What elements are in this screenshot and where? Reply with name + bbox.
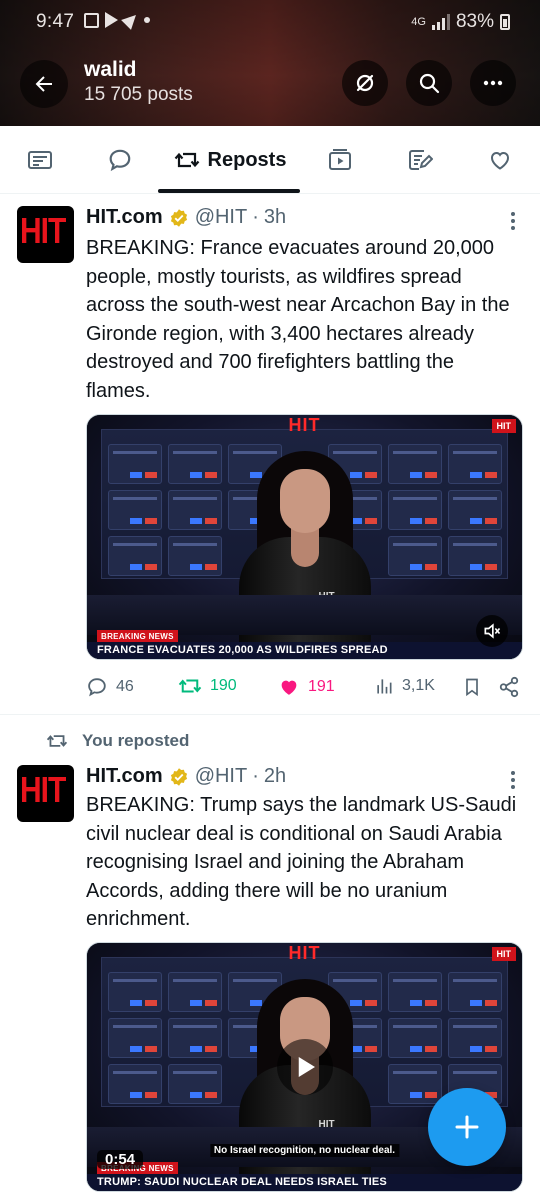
gallery-notification-icon — [84, 12, 99, 28]
tab-replies[interactable] — [100, 126, 140, 194]
battery-percent: 83% — [455, 11, 494, 32]
reposts-icon — [174, 152, 199, 168]
post-actions: 46 190 191 3,1K — [86, 676, 524, 700]
play-store-notification-icon — [105, 12, 118, 28]
views-chart-icon — [377, 679, 392, 694]
videos-icon — [329, 149, 351, 170]
repost-icon — [178, 679, 202, 693]
telegram-notification-icon — [121, 10, 141, 30]
news-ticker: FRANCE EVACUATES 20,000 AS WILDFIRES SPR… — [87, 642, 522, 659]
post-text: BREAKING: Trump says the landmark US-Sau… — [86, 794, 517, 931]
avatar-logo-text: HIT — [20, 770, 66, 811]
author-name[interactable]: HIT.com — [86, 765, 163, 788]
grok-icon — [356, 74, 374, 92]
avatar[interactable]: HIT — [17, 765, 74, 822]
repost-context-label: You reposted — [82, 731, 190, 750]
heart-filled-icon — [281, 680, 297, 695]
notification-icons — [84, 10, 150, 30]
video-duration: 0:54 — [97, 1150, 144, 1169]
more-horizontal-icon — [483, 80, 503, 86]
post-author-line: HIT.com @HIT · 2h — [86, 765, 286, 788]
more-options-button[interactable] — [470, 60, 516, 106]
reply-icon — [88, 678, 106, 697]
tab-likes[interactable] — [480, 126, 520, 194]
reply-count: 46 — [116, 678, 134, 695]
profile-posts-count: 15 705 posts — [84, 84, 193, 105]
profile-name: walid — [84, 58, 137, 81]
tab-videos[interactable] — [320, 126, 360, 194]
post[interactable]: HIT HIT.com @HIT · 3h BREAKING: France e… — [0, 194, 540, 714]
profile-tabs: Reposts — [0, 126, 540, 194]
status-time: 9:47 — [36, 11, 75, 32]
back-button[interactable] — [20, 60, 68, 108]
views-button[interactable]: 3,1K — [374, 676, 435, 696]
views-count: 3,1K — [402, 677, 435, 694]
like-button[interactable]: 191 — [278, 676, 335, 698]
mute-button[interactable] — [476, 615, 508, 647]
channel-badge: HIT — [491, 947, 516, 961]
news-ticker: TRUMP: SAUDI NUCLEAR DEAL NEEDS ISRAEL T… — [87, 1174, 522, 1191]
avatar[interactable]: HIT — [17, 206, 74, 263]
more-notifications-dot-icon — [144, 17, 150, 23]
post-more-icon[interactable] — [510, 212, 516, 230]
highlights-icon — [409, 150, 433, 170]
channel-logo: HIT — [288, 415, 321, 435]
separator-dot: · — [252, 206, 259, 228]
post-more-icon[interactable] — [510, 771, 516, 789]
post-author-line: HIT.com @HIT · 3h — [86, 206, 286, 229]
search-icon — [419, 73, 440, 94]
grok-button[interactable] — [342, 60, 388, 106]
post-text: BREAKING: France evacuates around 20,000… — [86, 237, 510, 402]
repost-count: 190 — [210, 677, 237, 694]
author-name[interactable]: HIT.com — [86, 206, 163, 229]
signal-icon — [431, 14, 450, 30]
volume-muted-icon — [484, 623, 501, 639]
back-arrow-icon — [35, 76, 52, 92]
tab-reposts-label: Reposts — [207, 148, 287, 171]
tab-reposts[interactable]: Reposts — [168, 126, 292, 194]
share-icon — [499, 676, 519, 698]
bookmark-button[interactable] — [462, 676, 482, 698]
author-handle: @HIT — [194, 765, 248, 787]
play-icon — [298, 1057, 315, 1077]
status-bar: 9:47 4G 83% — [0, 0, 540, 42]
author-handle: @HIT — [194, 206, 248, 228]
separator-dot: · — [252, 765, 259, 787]
status-right-icons: 4G 83% — [411, 11, 510, 33]
video-subtitle: No Israel recognition, no nuclear deal. — [209, 1144, 400, 1157]
replies-icon — [109, 149, 131, 172]
compose-post-button[interactable] — [428, 1088, 506, 1166]
articles-icon — [28, 151, 52, 169]
repost-context: You reposted — [46, 731, 189, 751]
post-time: 3h — [263, 206, 287, 228]
tab-articles[interactable] — [20, 126, 60, 194]
reply-button[interactable]: 46 — [86, 676, 134, 698]
plus-icon — [455, 1115, 479, 1139]
reposted-icon — [46, 735, 68, 747]
tab-highlights[interactable] — [400, 126, 440, 194]
search-button[interactable] — [406, 60, 452, 106]
likes-icon — [490, 151, 510, 170]
play-button[interactable] — [276, 1039, 333, 1095]
channel-badge: HIT — [491, 419, 516, 433]
share-button[interactable] — [498, 676, 520, 698]
post-video[interactable]: HIT HIT HIT BREAKING NEWS FRANCE EVACUAT… — [86, 414, 523, 660]
verified-badge-icon — [169, 767, 189, 787]
avatar-logo-text: HIT — [20, 211, 66, 252]
active-tab-indicator — [158, 189, 300, 193]
battery-icon — [500, 14, 510, 30]
bookmark-icon — [466, 678, 478, 697]
post-time: 2h — [263, 765, 287, 787]
network-type: 4G — [411, 16, 426, 28]
channel-logo: HIT — [288, 943, 321, 963]
repost-button[interactable]: 190 — [178, 676, 237, 696]
like-count: 191 — [308, 678, 335, 695]
verified-badge-icon — [169, 208, 189, 228]
profile-header: 9:47 4G 83% walid 15 705 posts — [0, 0, 540, 126]
